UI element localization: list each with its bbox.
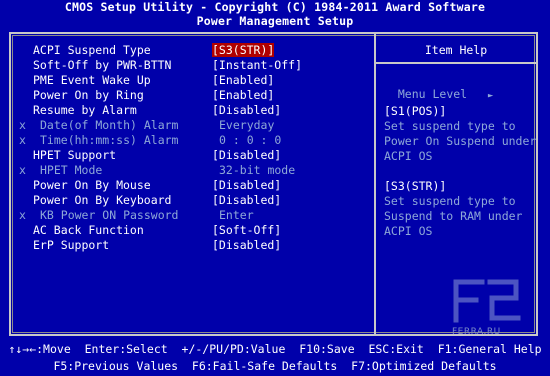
help-line: Suspend to RAM under [384,209,523,223]
setting-label: Date(of Month) Alarm [40,118,179,132]
setting-value[interactable]: [Enabled] [212,73,274,87]
help-panel-title: Item Help [424,43,488,57]
disabled-mark: x [19,133,26,147]
page-title: Power Management Setup [196,14,354,28]
setting-label: HPET Mode [40,163,103,177]
menu-level: Menu Level ► [384,73,493,101]
help-title-divider [376,62,536,64]
watermark-logo [453,279,521,323]
setting-label: Time(hh:mm:ss) Alarm [40,133,179,147]
setting-label: KB Power ON Password [40,208,179,222]
setting-value[interactable]: [Disabled] [212,193,281,207]
setting-value: 0 : 0 : 0 [219,133,282,147]
utility-title: CMOS Setup Utility - Copyright (C) 1984-… [64,0,486,14]
setting-value: 32-bit mode [219,163,296,177]
setting-value: Everyday [219,118,275,132]
panel-divider [374,32,376,336]
setting-value[interactable]: [S3(STR)] [212,43,275,57]
setting-label: Resume by Alarm [33,103,137,117]
setting-label: ErP Support [33,238,110,252]
setting-label: PME Event Wake Up [33,73,151,87]
setting-value[interactable]: [Enabled] [212,88,274,102]
disabled-mark: x [19,208,26,222]
setting-label: Soft-Off by PWR-BTTN [33,58,172,72]
key-legend-line2: F5:Previous Values F6:Fail-Safe Defaults… [53,359,497,373]
setting-value: Enter [219,208,254,222]
setting-label: ACPI Suspend Type [33,43,151,57]
help-line: [S1(POS)] [384,104,447,118]
help-line: Set suspend type to [384,194,516,208]
key-legend-line1: ↑↓→←:Move Enter:Select +/-/PU/PD:Value F… [8,342,542,356]
help-line: Power On Suspend under [384,134,537,148]
disabled-mark: x [19,118,26,132]
menu-level-label: Menu Level [397,87,468,101]
setting-label: Power On By Mouse [33,178,151,192]
help-line: ACPI OS [384,149,433,163]
setting-value[interactable]: [Soft-Off] [212,223,281,237]
help-line: [S3(STR)] [384,179,447,193]
setting-value[interactable]: [Instant-Off] [212,58,302,72]
setting-label: HPET Support [33,148,117,162]
setting-value[interactable]: [Disabled] [212,238,281,252]
setting-value[interactable]: [Disabled] [212,178,281,192]
help-line: Set suspend type to [384,119,516,133]
setting-label: Power On By Keyboard [33,193,172,207]
watermark-text: FERRA.RU [452,327,501,337]
setting-label: AC Back Function [33,223,144,237]
disabled-mark: x [19,163,26,177]
selected-value-highlight[interactable]: [S3(STR)] [212,43,275,57]
setting-label: Power On by Ring [33,88,144,102]
help-line: ACPI OS [384,224,433,238]
setting-value[interactable]: [Disabled] [212,148,281,162]
setting-value[interactable]: [Disabled] [212,103,281,117]
arrow-right-icon: ► [487,91,494,101]
